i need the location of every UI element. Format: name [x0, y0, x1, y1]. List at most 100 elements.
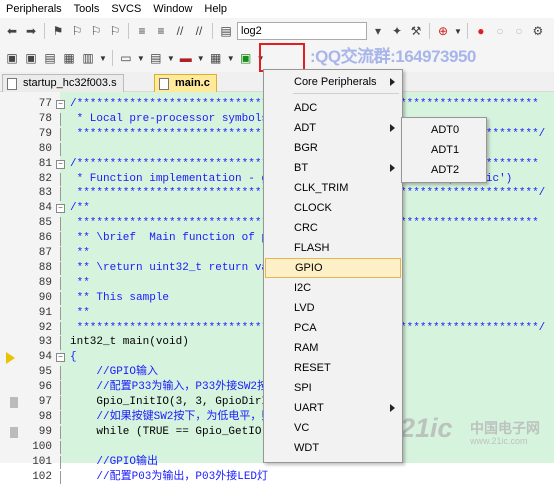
tab-main-c[interactable]: main.c	[154, 74, 217, 92]
fold-toggle-icon[interactable]: −	[56, 160, 65, 169]
line-number: 99	[20, 426, 52, 440]
watch-window-icon[interactable]: ▭	[118, 50, 134, 66]
submenu-item-adt2[interactable]: ADT2	[403, 160, 485, 180]
menu-item-core-peripherals[interactable]: Core Peripherals	[265, 72, 401, 92]
analysis-window-icon[interactable]: ▦	[208, 50, 224, 66]
submenu-arrow-icon	[390, 124, 395, 132]
line-number: 93	[20, 336, 52, 350]
chevron-down-icon[interactable]: ▼	[197, 54, 205, 63]
breakpoint-icon[interactable]: ●	[473, 23, 489, 39]
disassembly-icon[interactable]: ▣	[23, 50, 39, 66]
line-number: 82	[20, 173, 52, 187]
chevron-down-icon[interactable]: ▼	[137, 54, 145, 63]
submenu-arrow-icon	[390, 78, 395, 86]
fold-toggle-icon[interactable]: −	[56, 353, 65, 362]
submenu-item-adt1[interactable]: ADT1	[403, 140, 485, 160]
menu-item-clk-trim[interactable]: CLK_TRIM	[265, 178, 401, 198]
menu-item-spi[interactable]: SPI	[265, 378, 401, 398]
prev-bookmark-icon[interactable]: ⚐	[69, 23, 85, 39]
menu-bar: PeripheralsToolsSVCSWindowHelp	[0, 0, 554, 18]
command-window-icon[interactable]: ▣	[4, 50, 20, 66]
menu-item-adt[interactable]: ADT	[265, 118, 401, 138]
fold-guide	[60, 277, 61, 291]
target-combo[interactable]: log2	[237, 22, 367, 40]
debug-session-icon[interactable]: ⊕	[435, 23, 451, 39]
menu-window[interactable]: Window	[147, 0, 198, 18]
menu-help[interactable]: Help	[198, 0, 233, 18]
bookmark-icon[interactable]: ⚑	[50, 23, 66, 39]
uncomment-icon[interactable]: //	[191, 23, 207, 39]
menu-item-reset[interactable]: RESET	[265, 358, 401, 378]
menu-item-label: I2C	[294, 282, 311, 294]
chevron-down-icon[interactable]: ▼	[99, 54, 107, 63]
chevron-down-icon[interactable]: ▼	[167, 54, 175, 63]
indent-icon[interactable]: ≡	[134, 23, 150, 39]
fold-toggle-icon[interactable]: −	[56, 204, 65, 213]
chevron-down-icon[interactable]: ▼	[454, 27, 462, 36]
code-text[interactable]: **	[70, 277, 90, 291]
menu-item-wdt[interactable]: WDT	[265, 438, 401, 458]
menu-peripherals[interactable]: Peripherals	[0, 0, 68, 18]
system-viewer-menu: Core Peripherals ADCADTBGRBTCLK_TRIMCLOCK…	[263, 69, 403, 463]
menu-item-bt[interactable]: BT	[265, 158, 401, 178]
menu-item-bgr[interactable]: BGR	[265, 138, 401, 158]
call-stack-icon[interactable]: ▥	[80, 50, 96, 66]
back-icon[interactable]: ⬅	[4, 23, 20, 39]
menu-item-pca[interactable]: PCA	[265, 318, 401, 338]
registers-icon[interactable]: ▦	[61, 50, 77, 66]
dropdown-icon[interactable]: ▾	[370, 23, 386, 39]
disable-breakpoint-icon[interactable]: ○	[492, 23, 508, 39]
menu-item-i2c[interactable]: I2C	[265, 278, 401, 298]
tab-startup[interactable]: startup_hc32f003.s	[2, 74, 124, 92]
clear-bookmarks-icon[interactable]: ⚐	[107, 23, 123, 39]
code-text[interactable]: /**	[70, 202, 90, 216]
menu-item-uart[interactable]: UART	[265, 398, 401, 418]
serial-window-icon[interactable]: ▬	[178, 50, 194, 66]
code-line: 102 //配置P03为输出，P03外接LED灯	[0, 471, 554, 484]
code-text[interactable]: {	[70, 351, 77, 365]
line-number: 102	[20, 471, 52, 484]
code-text[interactable]: //配置P03为输出，P03外接LED灯	[70, 471, 268, 484]
code-text[interactable]: //GPIO输出	[70, 456, 158, 470]
settings-icon[interactable]: ⚙	[530, 23, 546, 39]
menu-item-lvd[interactable]: LVD	[265, 298, 401, 318]
forward-icon[interactable]: ➡	[23, 23, 39, 39]
line-number: 98	[20, 411, 52, 425]
fold-guide	[60, 366, 61, 380]
next-bookmark-icon[interactable]: ⚐	[88, 23, 104, 39]
menu-item-gpio[interactable]: GPIO	[265, 258, 401, 278]
menu-item-crc[interactable]: CRC	[265, 218, 401, 238]
memory-window-icon[interactable]: ▤	[148, 50, 164, 66]
file-icon	[159, 78, 169, 90]
adt-submenu: ADT0ADT1ADT2	[401, 117, 487, 183]
fold-toggle-icon[interactable]: −	[56, 100, 65, 109]
code-text[interactable]: int32_t main(void)	[70, 336, 189, 350]
build-target-icon[interactable]: ▤	[218, 23, 234, 39]
code-marker-icon[interactable]	[10, 397, 18, 408]
tool-icon[interactable]: ⚒	[408, 23, 424, 39]
submenu-item-adt0[interactable]: ADT0	[403, 120, 485, 140]
menu-item-flash[interactable]: FLASH	[265, 238, 401, 258]
menu-tools[interactable]: Tools	[68, 0, 106, 18]
symbols-icon[interactable]: ▤	[42, 50, 58, 66]
menu-item-vc[interactable]: VC	[265, 418, 401, 438]
line-number: 95	[20, 366, 52, 380]
kill-breakpoints-icon[interactable]: ○	[511, 23, 527, 39]
magic-wand-icon[interactable]: ✦	[389, 23, 405, 39]
code-text[interactable]: **	[70, 307, 90, 321]
comment-icon[interactable]: //	[172, 23, 188, 39]
code-text[interactable]: ** This sample	[70, 292, 169, 306]
unindent-icon[interactable]: ≡	[153, 23, 169, 39]
code-marker-icon[interactable]	[10, 427, 18, 438]
menu-item-ram[interactable]: RAM	[265, 338, 401, 358]
code-text[interactable]: //GPIO输入	[70, 366, 158, 380]
system-viewer-icon[interactable]: ▣	[238, 50, 254, 66]
code-text[interactable]: Gpio_InitIO(3, 3, GpioDirIn);	[70, 396, 288, 410]
menu-item-adc[interactable]: ADC	[265, 98, 401, 118]
code-text[interactable]: //配置P33为输入，P33外接SW2按键	[70, 381, 279, 395]
menu-svcs[interactable]: SVCS	[105, 0, 147, 18]
chevron-down-icon[interactable]: ▼	[227, 54, 235, 63]
menu-item-clock[interactable]: CLOCK	[265, 198, 401, 218]
fold-guide	[60, 217, 61, 231]
code-text[interactable]: **	[70, 247, 90, 261]
